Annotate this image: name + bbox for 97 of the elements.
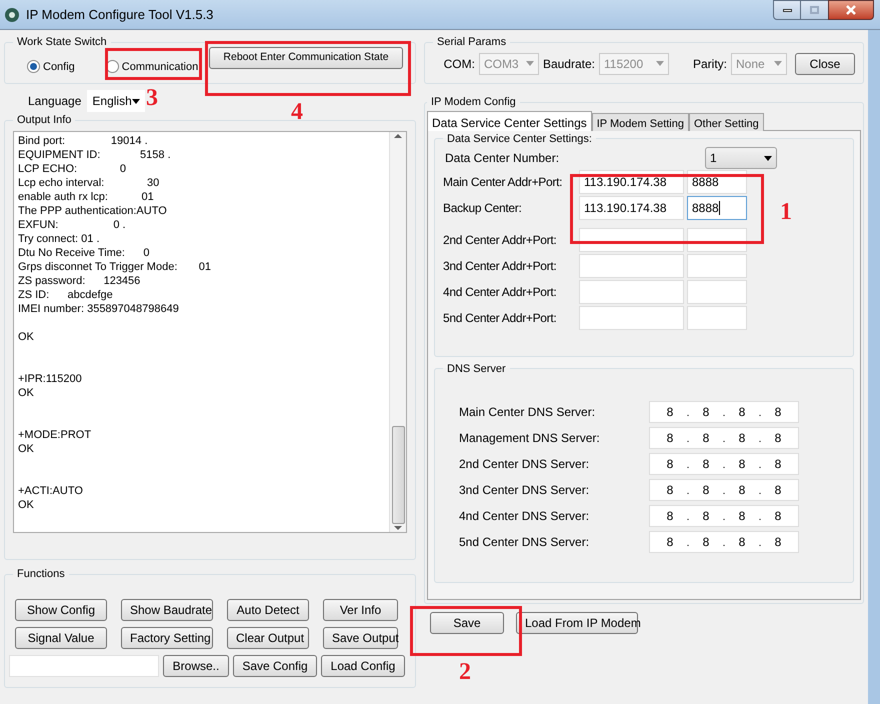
function-button[interactable]: Clear Output xyxy=(227,626,309,648)
function-button[interactable]: Show Baudrate xyxy=(121,598,213,620)
dropdown[interactable]: 1 xyxy=(705,147,777,169)
action-button[interactable]: Load From IP Modem xyxy=(516,612,638,634)
annotation-number: 4 xyxy=(291,100,303,124)
function-button[interactable]: Save Output xyxy=(323,626,398,648)
file-button[interactable]: Browse.. xyxy=(163,654,229,676)
function-button[interactable]: Signal Value xyxy=(15,626,107,648)
field-label: Backup Center: xyxy=(443,200,523,217)
log-line: ZS ID: abcdefge xyxy=(18,288,114,302)
minimize-button[interactable] xyxy=(773,0,801,20)
log-line: EQUIPMENT ID: 5158 . xyxy=(18,148,172,162)
ip-address-field[interactable]: 8 . 8 . 8 . 8 xyxy=(649,531,799,553)
field-label: Parity: xyxy=(692,56,727,72)
caret-icon xyxy=(526,61,534,66)
caret-icon xyxy=(774,61,782,66)
field-label: COM: xyxy=(444,56,475,72)
radio-button[interactable]: Config xyxy=(27,58,75,75)
field-label: 4nd Center DNS Server: xyxy=(459,508,590,525)
scrollbar-thumb[interactable] xyxy=(392,426,404,524)
address-field[interactable] xyxy=(579,306,684,330)
ip-address-field[interactable]: 8 . 8 . 8 . 8 xyxy=(649,401,799,423)
group-title: IP Modem Config xyxy=(430,95,517,110)
log-line: The PPP authentication:AUTO xyxy=(18,204,168,218)
port-field[interactable]: 8888 xyxy=(687,196,747,220)
log-line: EXFUN: 0 . xyxy=(18,218,127,232)
function-button[interactable]: Ver Info xyxy=(323,598,398,620)
file-button[interactable]: Load Config xyxy=(321,654,405,676)
log-line: Bind port: 19014 . xyxy=(18,134,149,148)
ip-address-field[interactable]: 8 . 8 . 8 . 8 xyxy=(649,427,799,449)
address-field[interactable] xyxy=(579,280,684,304)
group-title: Work State Switch xyxy=(16,35,108,50)
field-label: Baudrate: xyxy=(542,56,595,72)
log-line: Dtu No Receive Time: 0 xyxy=(18,246,150,260)
ip-address-field[interactable]: 8 . 8 . 8 . 8 xyxy=(649,453,799,475)
log-line: Grps disconnet To Trigger Mode: 01 xyxy=(18,260,212,274)
log-line: OK xyxy=(18,330,35,344)
annotation-number: 1 xyxy=(780,200,792,224)
file-button[interactable]: Save Config xyxy=(233,654,317,676)
log-line: ZS password: 123456 xyxy=(18,274,142,288)
reboot-button[interactable]: Reboot Enter Communication State xyxy=(209,46,403,68)
action-button[interactable]: Save xyxy=(430,612,504,634)
field-label: 3nd Center DNS Server: xyxy=(459,482,590,499)
tab[interactable]: Data Service Center Settings xyxy=(427,110,592,130)
tab[interactable]: IP Modem Setting xyxy=(592,112,689,130)
field-label: Main Center Addr+Port: xyxy=(443,174,564,191)
caret-icon xyxy=(132,98,140,104)
log-line: enable auth rx lcp: 01 xyxy=(18,190,155,204)
annotation-number: 2 xyxy=(459,660,471,684)
field-label: 2nd Center Addr+Port: xyxy=(443,232,558,249)
close-icon xyxy=(846,5,856,15)
field-label: Data Center Number: xyxy=(445,150,560,167)
group-title: DNS Server xyxy=(446,362,507,376)
dropdown[interactable]: English xyxy=(87,90,146,112)
port-field[interactable] xyxy=(687,306,747,330)
log-line: OK xyxy=(18,386,35,400)
address-field[interactable] xyxy=(579,254,684,278)
window-title: IP Modem Configure Tool V1.5.3 xyxy=(26,6,214,24)
field-label: 2nd Center DNS Server: xyxy=(459,456,590,473)
group-title: Output Info xyxy=(16,113,72,128)
log-line: OK xyxy=(18,442,35,456)
log-line: +MODE:PROT xyxy=(18,428,92,442)
function-button[interactable]: Auto Detect xyxy=(227,598,309,620)
field-label: 4nd Center Addr+Port: xyxy=(443,284,558,301)
group-title: Functions xyxy=(16,567,66,582)
field-label: Management DNS Server: xyxy=(459,430,601,447)
caret-icon xyxy=(656,61,664,66)
close-button[interactable] xyxy=(828,0,874,20)
scrollbar[interactable] xyxy=(389,132,406,532)
radio-button[interactable]: Communication xyxy=(106,58,198,75)
group-title: Data Service Center Settings: xyxy=(446,132,593,146)
port-field[interactable] xyxy=(687,254,747,278)
log-line: OK xyxy=(18,498,35,512)
log-line: +ACTI:AUTO xyxy=(18,484,84,498)
log-line: Lcp echo interval: 30 xyxy=(18,176,160,190)
field-label: 5nd Center DNS Server: xyxy=(459,534,590,551)
log-line: Try connect: 01 . xyxy=(18,232,101,246)
field-label: Main Center DNS Server: xyxy=(459,404,596,421)
group-title: Serial Params xyxy=(436,35,508,50)
log-line: IMEI number: 355897048798649 xyxy=(18,302,180,316)
log-line: LCP ECHO: 0 xyxy=(18,162,127,176)
caret-icon xyxy=(764,156,772,160)
address-field[interactable]: 113.190.174.38 xyxy=(579,196,684,220)
close-port-button[interactable]: Close xyxy=(795,52,855,74)
field-label: 3nd Center Addr+Port: xyxy=(443,258,558,275)
language-label: Language xyxy=(28,93,82,110)
tab[interactable]: Other Setting xyxy=(688,112,764,130)
ip-address-field[interactable]: 8 . 8 . 8 . 8 xyxy=(649,505,799,527)
function-button[interactable]: Factory Setting xyxy=(121,626,213,648)
file-path-field[interactable] xyxy=(9,654,159,676)
ip-address-field[interactable]: 8 . 8 . 8 . 8 xyxy=(649,479,799,501)
function-button[interactable]: Show Config xyxy=(15,598,107,620)
field-label: 5nd Center Addr+Port: xyxy=(443,310,558,327)
maximize-button[interactable] xyxy=(801,0,828,20)
port-field[interactable] xyxy=(687,280,747,304)
annotation-number: 3 xyxy=(146,86,158,110)
log-line: +IPR:115200 xyxy=(18,372,83,386)
